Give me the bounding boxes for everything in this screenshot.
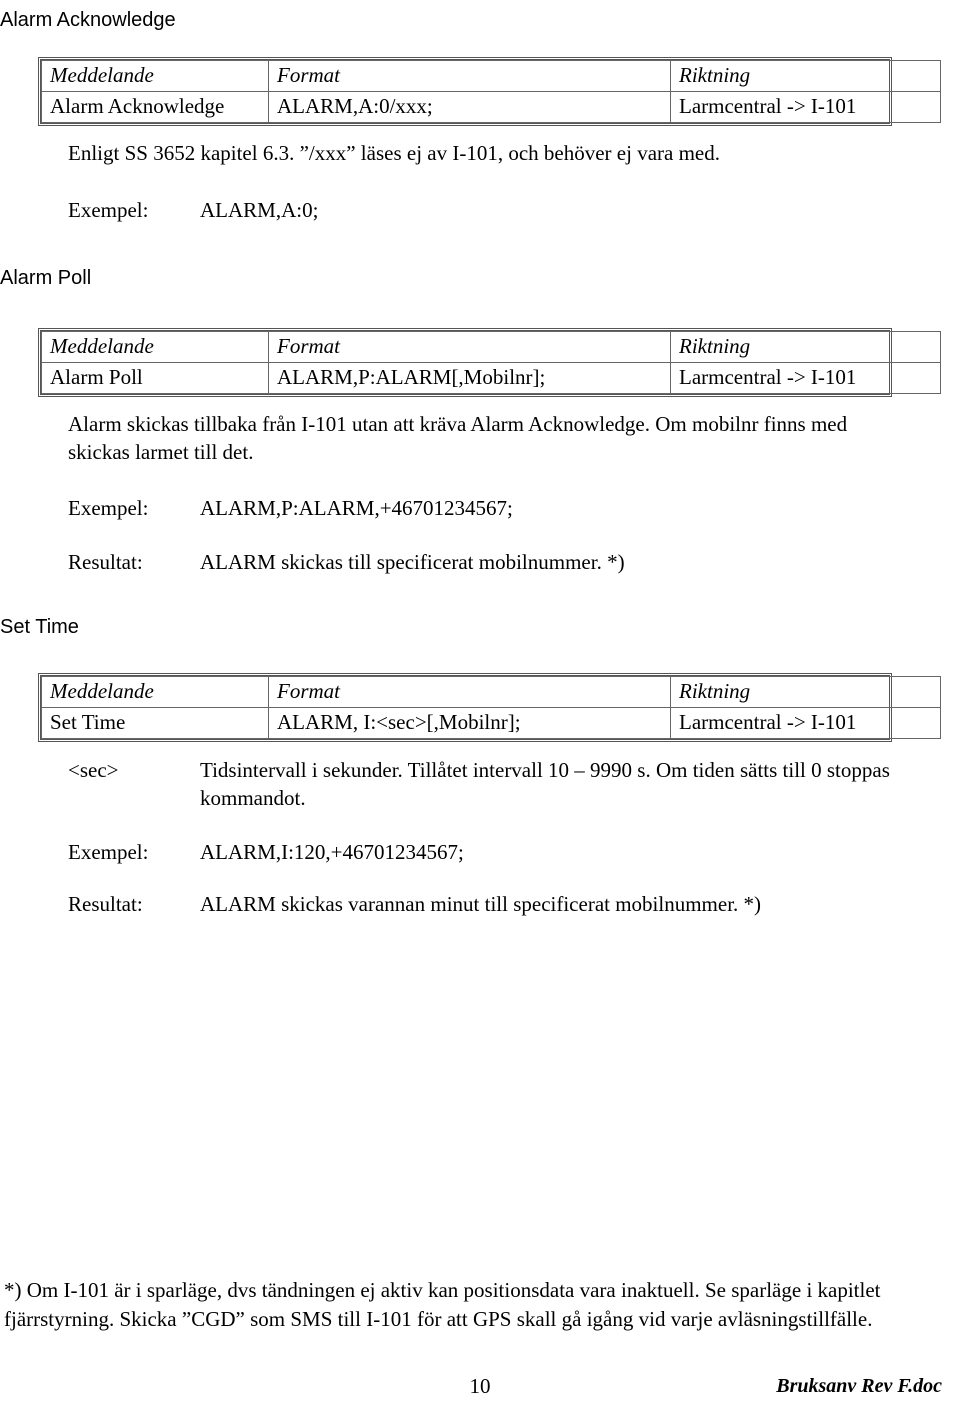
message-table-alarm-poll: Meddelande Format Riktning Alarm Poll AL… <box>38 328 941 397</box>
column-header-format: Format <box>268 676 671 708</box>
footnote-text: *) Om I-101 är i sparläge, dvs tändninge… <box>4 1278 881 1331</box>
column-header-format: Format <box>268 60 671 92</box>
section-heading-set-time: Set Time <box>0 616 79 638</box>
table-row: Alarm Acknowledge ALARM,A:0/xxx; Larmcen… <box>41 91 941 123</box>
table-row: Set Time ALARM, I:<sec>[,Mobilnr]; Larmc… <box>41 707 941 739</box>
cell-format: ALARM, I:<sec>[,Mobilnr]; <box>268 707 671 739</box>
cell-format: ALARM,P:ALARM[,Mobilnr]; <box>268 362 671 394</box>
table-header-row: Meddelande Format Riktning <box>41 331 941 363</box>
example-label-alarm-poll: Exempel: <box>68 496 149 520</box>
description-alarm-poll: Alarm skickas tillbaka från I-101 utan a… <box>68 412 848 464</box>
document-page: Alarm Acknowledge Meddelande Format Rikt… <box>0 0 960 1406</box>
param-value-sec: Tidsintervall i sekunder. Tillåtet inter… <box>200 758 890 810</box>
result-label-alarm-poll: Resultat: <box>68 550 143 574</box>
message-table-set-time: Meddelande Format Riktning Set Time ALAR… <box>38 673 941 742</box>
example-value-alarm-acknowledge: ALARM,A:0; <box>200 198 319 222</box>
cell-direction: Larmcentral -> I-101 <box>670 707 941 739</box>
section-heading-alarm-poll: Alarm Poll <box>0 267 92 289</box>
cell-direction: Larmcentral -> I-101 <box>670 91 941 123</box>
cell-direction: Larmcentral -> I-101 <box>670 362 941 394</box>
column-header-direction: Riktning <box>670 676 941 708</box>
message-table-alarm-acknowledge: Meddelande Format Riktning Alarm Acknowl… <box>38 57 941 126</box>
example-label-set-time: Exempel: <box>68 840 149 864</box>
param-label-sec: <sec> <box>68 758 119 782</box>
table-row: Alarm Poll ALARM,P:ALARM[,Mobilnr]; Larm… <box>41 362 941 394</box>
cell-message: Set Time <box>41 707 269 739</box>
column-header-message: Meddelande <box>41 676 269 708</box>
description-alarm-acknowledge: Enligt SS 3652 kapitel 6.3. ”/xxx” läses… <box>68 141 720 165</box>
section-heading-alarm-acknowledge: Alarm Acknowledge <box>0 9 176 31</box>
example-value-set-time: ALARM,I:120,+46701234567; <box>200 840 464 864</box>
column-header-direction: Riktning <box>670 60 941 92</box>
cell-format: ALARM,A:0/xxx; <box>268 91 671 123</box>
example-value-alarm-poll: ALARM,P:ALARM,+46701234567; <box>200 496 513 520</box>
table-header-row: Meddelande Format Riktning <box>41 60 941 92</box>
example-label-alarm-acknowledge: Exempel: <box>68 198 149 222</box>
result-value-set-time: ALARM skickas varannan minut till specif… <box>200 892 762 916</box>
cell-message: Alarm Acknowledge <box>41 91 269 123</box>
result-value-alarm-poll: ALARM skickas till specificerat mobilnum… <box>200 550 625 574</box>
result-label-set-time: Resultat: <box>68 892 143 916</box>
column-header-message: Meddelande <box>41 60 269 92</box>
column-header-format: Format <box>268 331 671 363</box>
column-header-direction: Riktning <box>670 331 941 363</box>
table-header-row: Meddelande Format Riktning <box>41 676 941 708</box>
column-header-message: Meddelande <box>41 331 269 363</box>
document-filename: Bruksanv Rev F.doc <box>776 1375 942 1397</box>
cell-message: Alarm Poll <box>41 362 269 394</box>
